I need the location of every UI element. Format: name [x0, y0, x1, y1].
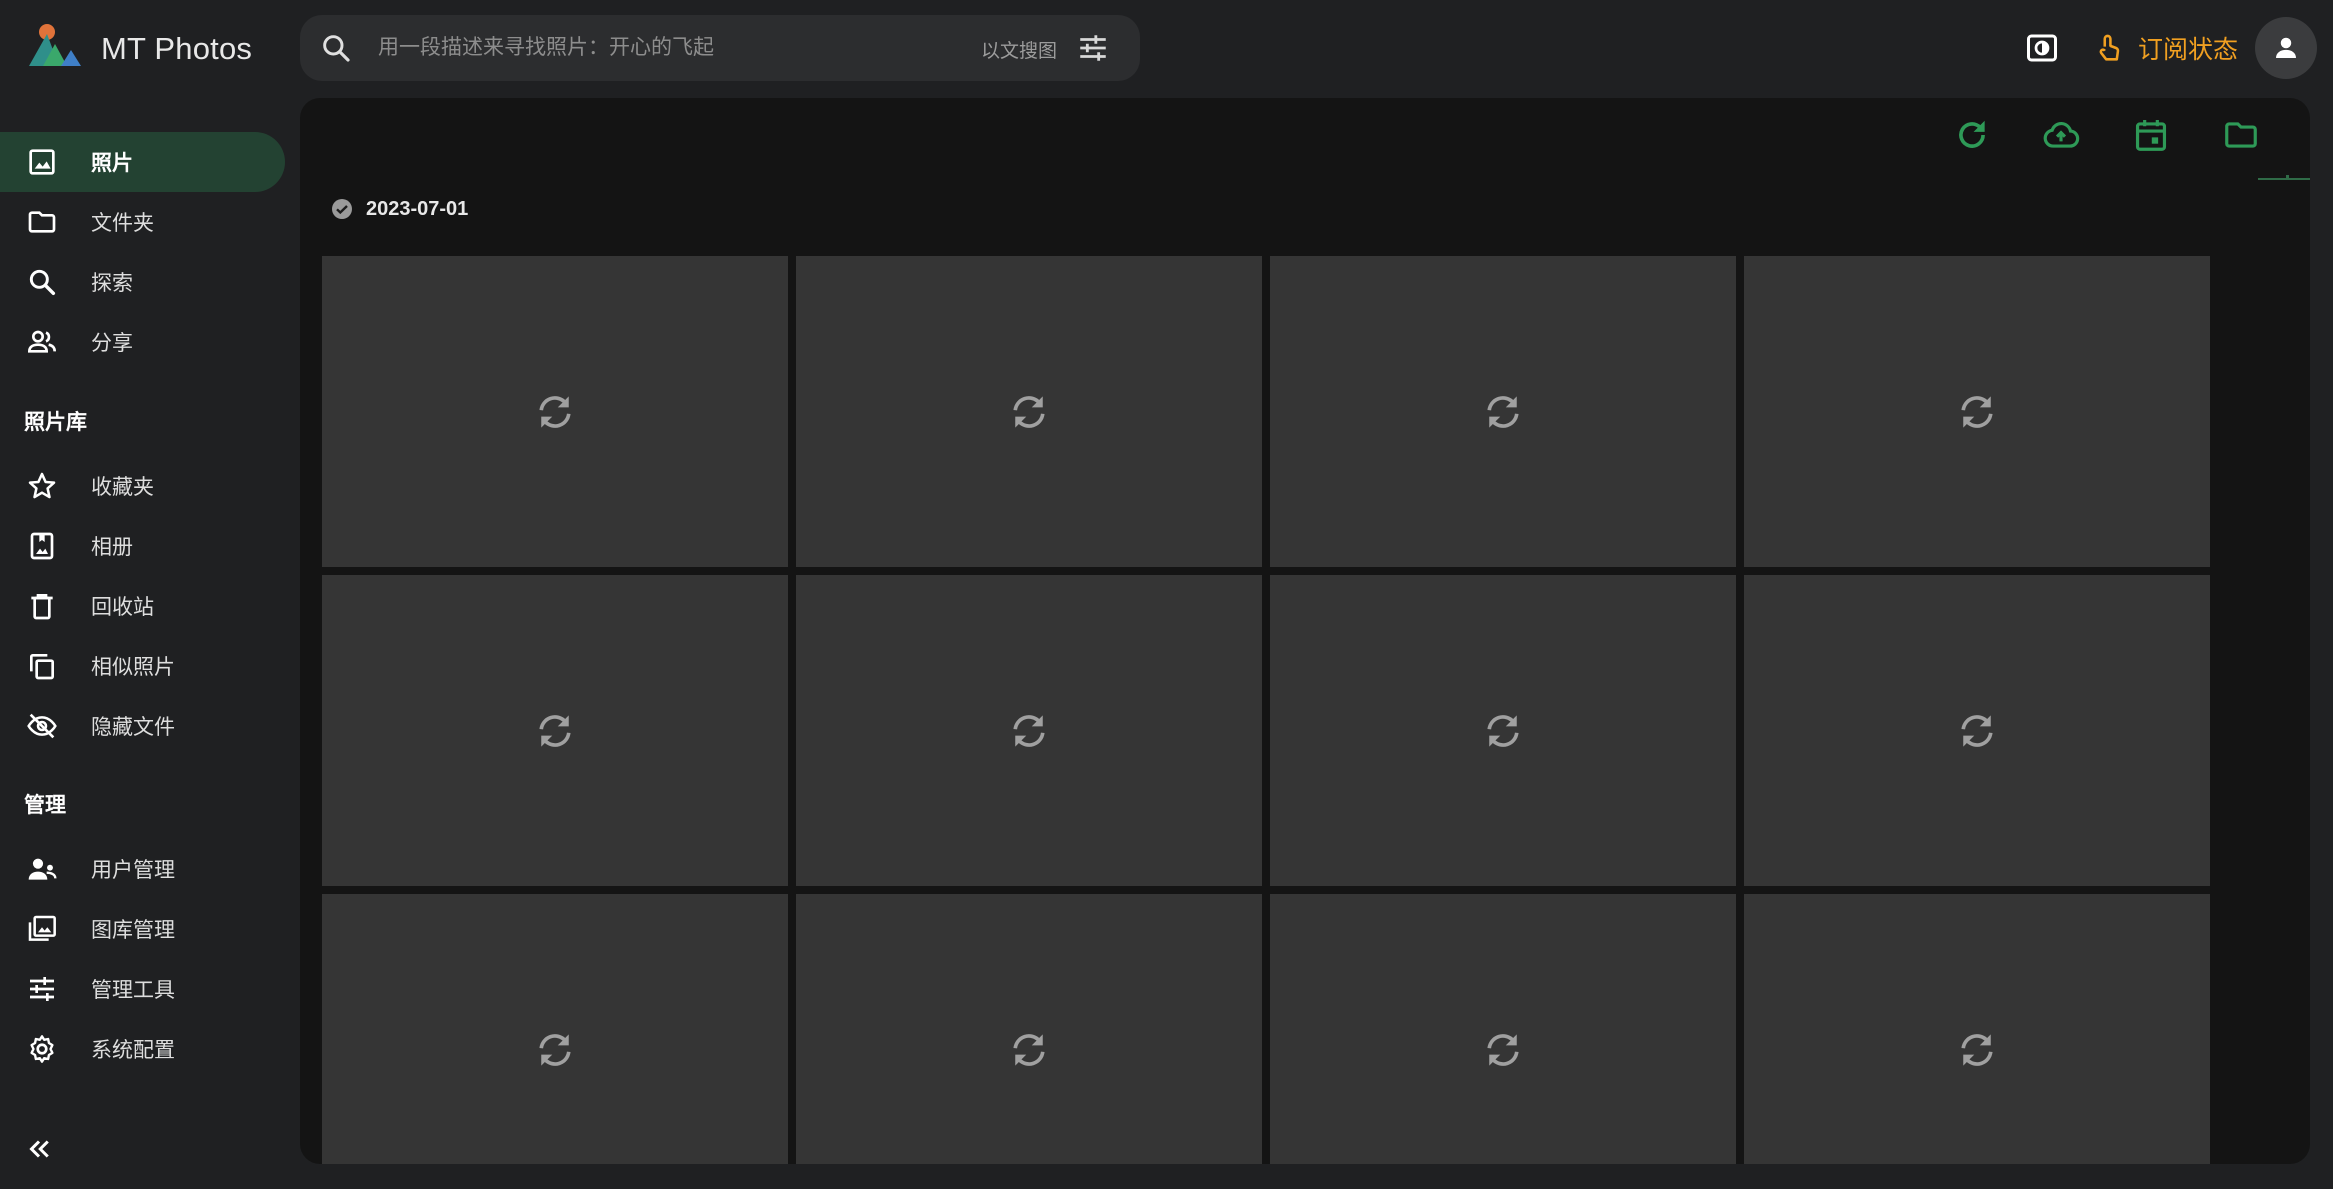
timeline-scroll-indicator[interactable] [2258, 178, 2310, 180]
subscribe-label: 订阅状态 [2138, 36, 2239, 64]
sidebar: 照片 文件夹 探索 分享 照片库 收藏夹 相册 回收站 相似照片 隐藏文件 管理… [0, 98, 300, 1189]
sync-icon [1487, 395, 1519, 428]
subscribe-status-button[interactable]: 订阅状态 [2092, 26, 2238, 70]
calendar-icon[interactable] [2132, 116, 2170, 154]
tune-icon[interactable] [1076, 31, 1110, 65]
top-bar: MT Photos 以文搜图 订阅状态 [0, 0, 2333, 98]
user-manage-icon [28, 858, 57, 880]
star-icon [28, 472, 56, 499]
photo-tile[interactable] [1270, 575, 1736, 886]
album-icon [30, 532, 54, 560]
avatar[interactable] [2255, 17, 2317, 79]
photo-library-icon [28, 915, 56, 941]
sidebar-item-trash[interactable]: 回收站 [0, 576, 285, 636]
sync-icon [1487, 1033, 1519, 1066]
sidebar-item-label: 隐藏文件 [91, 716, 175, 739]
app-logo-icon[interactable] [25, 20, 85, 70]
sync-icon [1961, 714, 1993, 747]
sync-icon [1961, 395, 1993, 428]
image-icon [29, 149, 55, 175]
sidebar-item-label: 回收站 [91, 596, 154, 619]
sidebar-item-label: 相似照片 [91, 656, 175, 679]
sidebar-item-admin-tools[interactable]: 管理工具 [0, 959, 285, 1019]
sync-icon [539, 395, 571, 428]
date-group-label: 2023-07-01 [366, 197, 469, 220]
sync-icon [1961, 1033, 1993, 1066]
sync-icon [539, 1033, 571, 1066]
sidebar-item-share[interactable]: 分享 [0, 312, 285, 372]
folder-icon [28, 211, 56, 233]
photo-tile[interactable] [1270, 894, 1736, 1164]
sidebar-item-similar-photos[interactable]: 相似照片 [0, 636, 285, 696]
touch-icon [2099, 34, 2120, 61]
sync-icon [1013, 714, 1045, 747]
photo-tile[interactable] [322, 256, 788, 567]
sidebar-item-hidden-files[interactable]: 隐藏文件 [0, 696, 285, 756]
sidebar-item-photos[interactable]: 照片 [0, 132, 285, 192]
admin-section-title: 管理 [24, 794, 66, 817]
people-icon [27, 330, 56, 353]
photo-tile[interactable] [796, 256, 1262, 567]
photo-tile[interactable] [796, 894, 1262, 1164]
photo-tile[interactable] [1744, 256, 2210, 567]
sidebar-item-label: 用户管理 [91, 859, 175, 882]
gear-icon [30, 1035, 54, 1063]
sidebar-item-favorites[interactable]: 收藏夹 [0, 456, 285, 516]
sync-icon [539, 714, 571, 747]
sidebar-item-label: 照片 [91, 152, 133, 175]
sidebar-item-label: 文件夹 [91, 212, 154, 235]
sidebar-item-explore[interactable]: 探索 [0, 252, 285, 312]
sidebar-item-albums[interactable]: 相册 [0, 516, 285, 576]
contrast-toggle-icon[interactable] [2024, 30, 2060, 66]
sidebar-item-label: 分享 [91, 332, 133, 355]
sidebar-item-label: 管理工具 [91, 979, 175, 1002]
photo-tile[interactable] [1270, 256, 1736, 567]
photo-tile[interactable] [796, 575, 1262, 886]
eye-off-icon [27, 713, 57, 739]
user-icon [2276, 37, 2296, 58]
photo-tile[interactable] [1744, 575, 2210, 886]
tune-icon [30, 977, 54, 1001]
search-bar[interactable]: 以文搜图 [300, 15, 1140, 81]
search-input[interactable] [376, 28, 936, 68]
trash-icon [31, 594, 53, 620]
image-search-label[interactable]: 以文搜图 [981, 36, 1057, 63]
search-icon[interactable] [320, 32, 352, 64]
sidebar-item-label: 相册 [91, 536, 133, 559]
sync-icon [1013, 1033, 1045, 1066]
cloud-upload-icon[interactable] [2042, 116, 2080, 154]
library-section-title: 照片库 [24, 411, 87, 434]
date-group-header: 2023-07-01 [330, 194, 468, 224]
copy-icon [30, 654, 54, 680]
sidebar-item-user-management[interactable]: 用户管理 [0, 839, 285, 899]
sidebar-item-library-management[interactable]: 图库管理 [0, 899, 285, 959]
sidebar-item-folders[interactable]: 文件夹 [0, 192, 285, 252]
app-title: MT Photos [101, 31, 253, 66]
sidebar-item-label: 图库管理 [91, 919, 175, 942]
folder-icon[interactable] [2222, 116, 2260, 154]
photo-grid [322, 256, 2216, 1164]
sync-icon [1487, 714, 1519, 747]
sidebar-item-label: 收藏夹 [91, 476, 154, 499]
photo-tile[interactable] [322, 894, 788, 1164]
refresh-icon[interactable] [1953, 116, 1991, 154]
search-icon [29, 269, 56, 296]
sidebar-item-label: 系统配置 [91, 1039, 175, 1062]
sidebar-item-system-settings[interactable]: 系统配置 [0, 1019, 285, 1079]
select-group-check-icon[interactable] [330, 197, 354, 221]
photo-tile[interactable] [322, 575, 788, 886]
photo-content-area: 2023-07-01 [300, 98, 2310, 1164]
photo-tile[interactable] [1744, 894, 2210, 1164]
sync-icon [1013, 395, 1045, 428]
collapse-sidebar-icon[interactable] [24, 1134, 54, 1164]
sidebar-item-label: 探索 [91, 272, 133, 295]
